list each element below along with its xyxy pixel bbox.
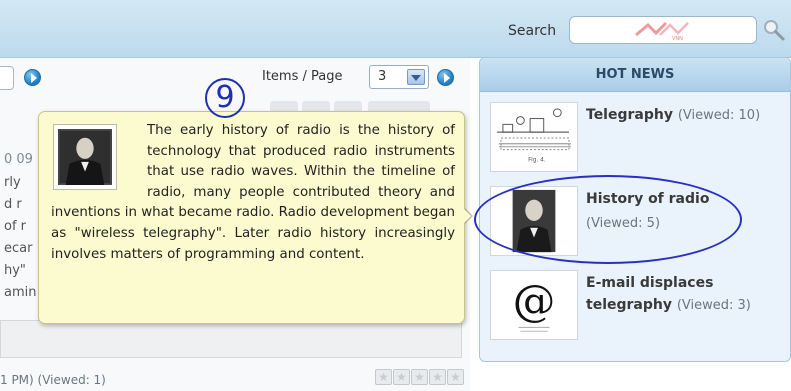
email-at-sign-thumbnail: @ xyxy=(490,270,578,340)
star-icon[interactable]: ★ xyxy=(447,369,464,385)
article-preview-tooltip: The early history of radio is the histor… xyxy=(38,111,465,324)
tooltip-text: The early history of radio is the histor… xyxy=(51,123,456,262)
go-page-button[interactable] xyxy=(24,69,41,86)
apply-items-button[interactable] xyxy=(437,69,454,86)
highlight-ellipse xyxy=(474,175,742,264)
news-item-email-displaces-telegraphy[interactable]: @ E-mail displaces telegraphy (Viewed: 3… xyxy=(490,270,780,350)
article-text-fragment: rly xyxy=(4,175,21,190)
search-label: Search xyxy=(508,23,557,39)
items-per-page-label: Items / Page xyxy=(262,69,343,84)
chevron-down-icon xyxy=(407,69,425,85)
svg-text:VNN: VNN xyxy=(672,36,683,41)
article-text-fragment: ecar xyxy=(4,241,33,256)
rating-stars[interactable]: ★ ★ ★ ★ ★ xyxy=(375,369,464,385)
news-viewed-count: (Viewed: 10) xyxy=(677,108,761,123)
news-item-title[interactable]: Telegraphy (Viewed: 10) xyxy=(586,104,781,127)
page-number-input[interactable] xyxy=(0,66,14,90)
tooltip-pointer-fill xyxy=(462,207,471,225)
article-text-fragment: hy" xyxy=(4,263,26,278)
star-icon[interactable]: ★ xyxy=(411,369,428,385)
site-logo-icon: VNN xyxy=(635,21,689,41)
items-per-page-value: 3 xyxy=(378,69,387,84)
news-viewed-count: (Viewed: 3) xyxy=(676,298,751,313)
star-icon[interactable]: ★ xyxy=(429,369,446,385)
article-text-fragment: d r xyxy=(4,197,22,212)
svg-text:@: @ xyxy=(513,277,556,327)
article-footer-box xyxy=(0,320,462,358)
top-bar: Search VNN xyxy=(0,0,791,58)
step-number-callout: 9 xyxy=(205,78,245,118)
article-text-fragment: amin xyxy=(4,285,37,300)
items-per-page-select[interactable]: 3 xyxy=(369,65,429,89)
hot-news-title: HOT NEWS xyxy=(595,67,675,82)
hot-news-header: HOT NEWS xyxy=(480,58,790,92)
article-meta: 1 PM) (Viewed: 1) xyxy=(0,373,106,387)
news-title-text[interactable]: Telegraphy xyxy=(586,107,673,123)
news-item-title[interactable]: E-mail displaces telegraphy (Viewed: 3) xyxy=(586,272,781,317)
telegraph-thumbnail: Fig. 4. xyxy=(490,102,578,172)
star-icon[interactable]: ★ xyxy=(375,369,392,385)
article-text-fragment: of r xyxy=(4,219,27,234)
svg-text:Fig. 4.: Fig. 4. xyxy=(528,157,546,163)
search-icon[interactable] xyxy=(762,18,786,42)
news-item-telegraphy[interactable]: Fig. 4. Telegraphy (Viewed: 10) xyxy=(490,102,780,182)
article-date-fragment: 0 09 xyxy=(4,152,33,167)
star-icon[interactable]: ★ xyxy=(393,369,410,385)
